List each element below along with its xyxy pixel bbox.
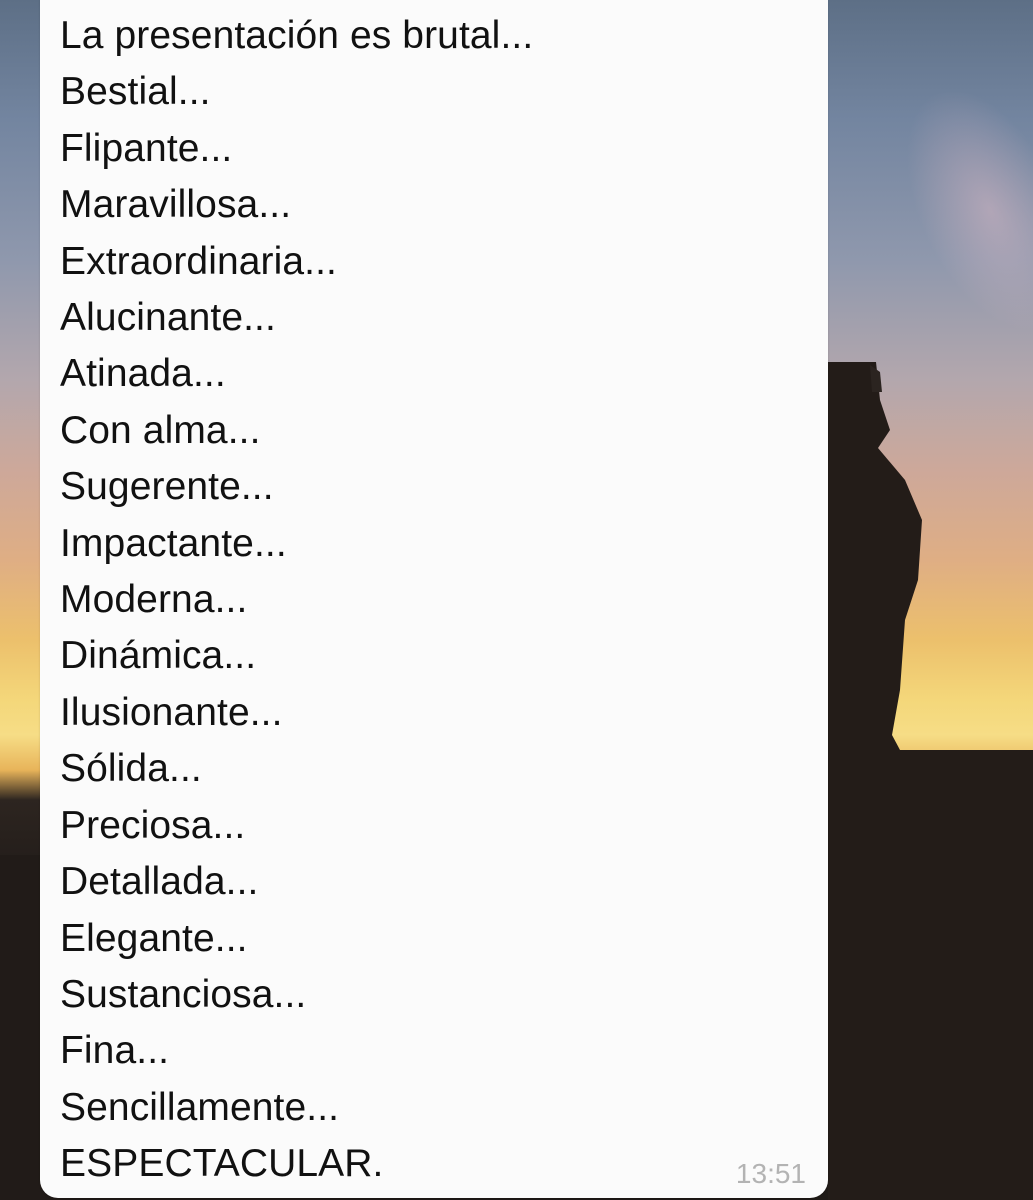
message-timestamp: 13:51 <box>735 1158 806 1189</box>
message-line: Detallada... <box>60 860 259 904</box>
message-line: Atinada... <box>60 352 226 396</box>
message-line: Dinámica... <box>60 634 257 678</box>
message-line: La presentación es brutal... <box>60 14 534 57</box>
message-line: Elegante... <box>60 916 248 960</box>
message-bubble[interactable]: La presentación es brutal... Bestial... Fl… <box>40 0 828 1198</box>
message-line: Con alma... <box>60 408 261 452</box>
message-line: Sencillamente... <box>60 1085 340 1129</box>
message-line: Alucinante... <box>60 296 276 340</box>
message-text: La presentación es brutal... Bestial... Fl… <box>60 8 533 1193</box>
message-line: Fina... <box>60 1029 170 1073</box>
message-line: Preciosa... <box>60 803 246 847</box>
message-line: Sólida... <box>60 747 202 791</box>
message-line: Sugerente... <box>60 465 274 509</box>
message-line: Impactante... <box>60 521 287 565</box>
message-line: Bestial... <box>60 70 211 114</box>
message-line: Flipante... <box>60 126 233 170</box>
message-line: Moderna... <box>60 578 248 622</box>
message-line: Maravillosa... <box>60 183 292 227</box>
message-line: Sustanciosa... <box>60 972 307 1016</box>
message-line: Ilusionante... <box>60 690 283 734</box>
message-line: ESPECTACULAR. <box>60 1142 384 1186</box>
message-line: Extraordinaria... <box>60 239 337 283</box>
